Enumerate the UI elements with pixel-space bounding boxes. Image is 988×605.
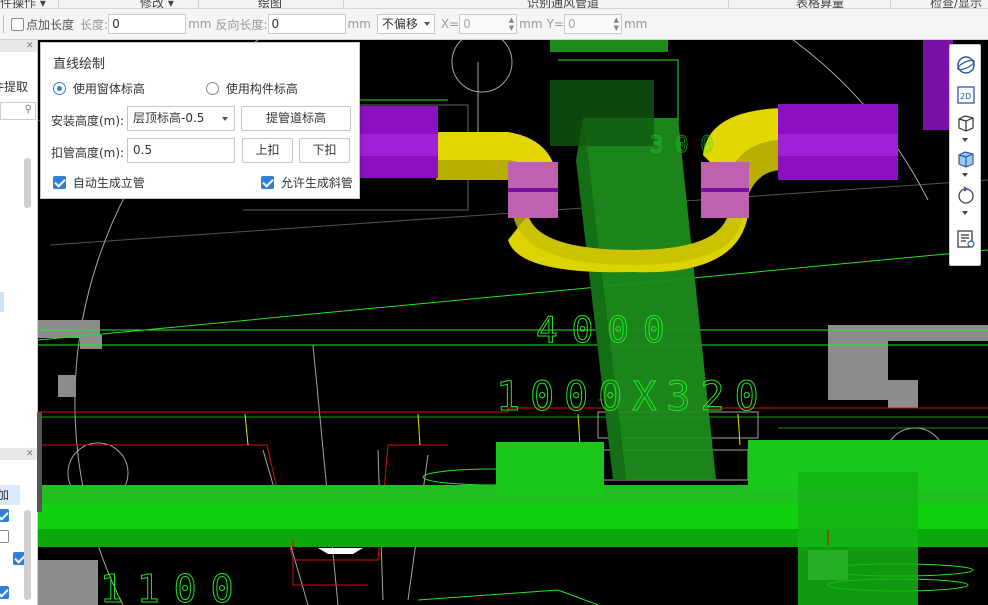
view-toolbar: 2D xyxy=(949,44,981,266)
dimension-300-text: 300 xyxy=(650,133,726,158)
point-length-label: 点加长度 xyxy=(26,17,75,32)
radio-button-selected[interactable] xyxy=(53,82,66,95)
install-height-label: 安装高度(m): xyxy=(51,114,125,128)
y-value: 0 xyxy=(567,17,576,31)
chevron-down-icon[interactable] xyxy=(962,138,968,142)
scrollbar[interactable] xyxy=(24,510,31,600)
x-value: 0 xyxy=(463,17,471,31)
reverse-length-label: 反向长度: xyxy=(215,17,268,32)
ribbon-group-labels: 件操作 ▾ 修改 ▾ 绘图 识别通风管道 表格算量 检查/显示 xyxy=(0,0,988,9)
buckle-height-value: 0.5 xyxy=(133,143,153,157)
allow-slope-label: 允许生成斜管 xyxy=(280,176,353,190)
extract-pipe-elevation-button[interactable]: 提管道标高 xyxy=(241,106,351,131)
chevron-down-icon xyxy=(423,22,430,26)
component-extract-button[interactable]: 件提取 xyxy=(0,78,28,95)
y-input[interactable]: 0 ▲ ▼ xyxy=(563,14,622,34)
reverse-length-input[interactable]: 0 xyxy=(267,14,346,34)
ribbon-group-recognize-duct[interactable]: 识别通风管道 xyxy=(527,0,599,8)
search-icon: ⚲ xyxy=(24,104,32,115)
radio-window-elevation-label: 使用窗体标高 xyxy=(72,82,145,96)
close-icon[interactable]: ✕ xyxy=(26,448,34,460)
length-label: 长度: xyxy=(80,17,109,32)
chevron-down-icon xyxy=(222,117,228,121)
dimension-duct-size-text: 1000X320 xyxy=(496,374,769,420)
panel-header: ✕ xyxy=(0,40,37,52)
chevron-down-icon[interactable] xyxy=(962,173,968,177)
radio-button[interactable] xyxy=(206,82,219,95)
view-2d-icon[interactable]: 2D xyxy=(954,83,978,107)
point-length-checkbox[interactable] xyxy=(11,17,24,31)
panel-header-2: ✕ xyxy=(0,448,37,460)
wireframe-cube-icon[interactable] xyxy=(954,111,978,135)
buckle-height-label: 扣管高度(m): xyxy=(51,146,125,160)
search-input[interactable]: ⚲ xyxy=(0,102,36,120)
panel-splitter[interactable] xyxy=(37,412,42,512)
buckle-up-button[interactable]: 上扣 xyxy=(242,138,293,163)
svg-text:2D: 2D xyxy=(960,92,971,101)
length-input[interactable]: 0 xyxy=(108,14,187,34)
ribbon-group-component-ops[interactable]: 件操作 ▾ xyxy=(0,0,46,8)
radio-component-elevation-label: 使用构件标高 xyxy=(225,82,298,96)
selected-list-item[interactable] xyxy=(0,292,4,312)
add-label: 加 xyxy=(0,488,9,502)
globe-icon[interactable] xyxy=(954,53,978,77)
rotate-icon[interactable] xyxy=(954,183,978,207)
y-unit: mm xyxy=(623,17,648,31)
list-checkbox[interactable] xyxy=(0,530,9,543)
solid-cube-icon[interactable] xyxy=(954,147,978,171)
auto-riser-checkbox[interactable] xyxy=(53,176,66,189)
scrollbar[interactable] xyxy=(24,158,31,208)
radio-component-elevation[interactable]: 使用构件标高 xyxy=(206,80,298,97)
reverse-length-unit: mm xyxy=(347,17,371,31)
spinner-icon: ▲ ▼ xyxy=(508,16,515,32)
radio-window-elevation[interactable]: 使用窗体标高 xyxy=(53,80,145,97)
list-checkbox[interactable] xyxy=(0,509,9,522)
y-label: Y= xyxy=(546,17,564,31)
offset-select[interactable]: 不偏移 xyxy=(376,14,435,34)
x-input[interactable]: 0 ▲ ▼ xyxy=(459,14,518,34)
ribbon-group-check-display[interactable]: 检查/显示 xyxy=(930,0,982,8)
buckle-up-label: 上扣 xyxy=(255,143,280,157)
close-icon[interactable]: ✕ xyxy=(26,40,34,52)
auto-riser-label: 自动生成立管 xyxy=(72,176,145,190)
buckle-down-label: 下扣 xyxy=(312,143,337,157)
x-unit: mm xyxy=(519,17,543,31)
x-label: X= xyxy=(440,17,460,31)
toolbar-grip xyxy=(3,15,7,33)
list-checkbox[interactable] xyxy=(0,586,9,599)
allow-slope-checkbox[interactable] xyxy=(261,176,274,189)
dimension-4000-text: 4000 xyxy=(536,310,679,351)
buckle-height-input[interactable]: 0.5 xyxy=(127,138,235,163)
dialog-title: 直线绘制 xyxy=(53,57,106,72)
ribbon-group-modify[interactable]: 修改 ▾ xyxy=(140,0,174,8)
layer-settings-icon[interactable] xyxy=(954,227,978,251)
app-window: 件操作 ▾ 修改 ▾ 绘图 识别通风管道 表格算量 检查/显示 点加长度 长度:… xyxy=(0,0,988,605)
extract-pipe-elevation-label: 提管道标高 xyxy=(265,111,326,125)
install-height-select[interactable]: 层顶标高-0.5 xyxy=(127,106,235,131)
install-height-value: 层顶标高-0.5 xyxy=(133,111,205,125)
offset-select-value: 不偏移 xyxy=(381,17,418,31)
ribbon-group-table-quantity[interactable]: 表格算量 xyxy=(796,0,844,8)
line-draw-dialog: 直线绘制 使用窗体标高 使用构件标高 安装高度(m): 层顶标高-0.5 提管道… xyxy=(40,42,360,199)
spinner-icon: ▲ ▼ xyxy=(613,16,619,32)
ribbon-group-draw[interactable]: 绘图 xyxy=(258,0,282,8)
buckle-down-button[interactable]: 下扣 xyxy=(299,138,350,163)
length-unit: mm xyxy=(188,17,212,31)
dimension-1100-text: 1100 xyxy=(100,567,248,605)
auto-riser-option[interactable]: 自动生成立管 xyxy=(53,174,145,191)
left-component-panel: ✕ 件提取 ⚲ ✕ 加 xyxy=(0,40,38,605)
allow-slope-option[interactable]: 允许生成斜管 xyxy=(261,174,353,191)
draw-options-toolbar: 点加长度 长度: 0 mm 反向长度: 0 mm 不偏移 X= 0 ▲ ▼ mm Y… xyxy=(0,9,988,40)
add-button[interactable]: 加 xyxy=(0,485,20,505)
chevron-down-icon[interactable] xyxy=(962,211,968,215)
